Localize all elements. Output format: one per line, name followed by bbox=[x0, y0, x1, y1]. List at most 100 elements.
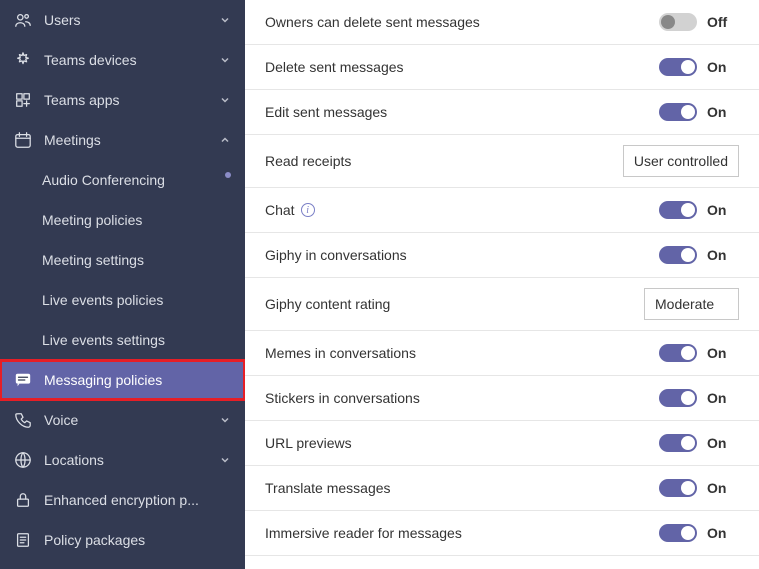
setting-row-giphy-content-rating: Giphy content rating Moderate bbox=[245, 278, 759, 331]
setting-control: On bbox=[659, 58, 739, 76]
setting-control: User controlled bbox=[623, 145, 739, 177]
sidebar-item-label: Live events settings bbox=[42, 332, 231, 348]
sidebar-item-label: Voice bbox=[44, 412, 219, 428]
sidebar-item-policy-packages[interactable]: Policy packages bbox=[0, 520, 245, 560]
setting-row-read-receipts: Read receipts User controlled bbox=[245, 135, 759, 188]
setting-control: Off bbox=[659, 13, 739, 31]
toggle-chat[interactable] bbox=[659, 201, 697, 219]
sidebar-item-messaging-policies[interactable]: Messaging policies bbox=[0, 360, 245, 400]
setting-control: On bbox=[659, 389, 739, 407]
setting-label: Memes in conversations bbox=[265, 345, 659, 361]
setting-label-text: Translate messages bbox=[265, 480, 391, 496]
users-icon bbox=[14, 11, 32, 29]
dropdown-value: User controlled bbox=[634, 153, 728, 169]
setting-label: URL previews bbox=[265, 435, 659, 451]
sidebar-item-meeting-settings[interactable]: Meeting settings bbox=[0, 240, 245, 280]
toggle-edit-sent-messages[interactable] bbox=[659, 103, 697, 121]
encryption-icon bbox=[14, 491, 32, 509]
sidebar-item-meetings[interactable]: Meetings bbox=[0, 120, 245, 160]
toggle-delete-sent-messages[interactable] bbox=[659, 58, 697, 76]
sidebar: Users Teams devices Teams apps Meetings Audi… bbox=[0, 0, 245, 569]
devices-icon bbox=[14, 51, 32, 69]
sidebar-item-live-events-settings[interactable]: Live events settings bbox=[0, 320, 245, 360]
setting-row-delete-sent-messages: Delete sent messages On bbox=[245, 45, 759, 90]
setting-row-stickers-in-conversations: Stickers in conversations On bbox=[245, 376, 759, 421]
sidebar-item-users[interactable]: Users bbox=[0, 0, 245, 40]
toggle-memes-in-conversations[interactable] bbox=[659, 344, 697, 362]
setting-row-edit-sent-messages: Edit sent messages On bbox=[245, 90, 759, 135]
setting-label: Edit sent messages bbox=[265, 104, 659, 120]
chevron-up-icon bbox=[219, 134, 231, 146]
setting-row-chat: ChatiOn bbox=[245, 188, 759, 233]
voice-icon bbox=[14, 411, 32, 429]
setting-label: Owners can delete sent messages bbox=[265, 14, 659, 30]
setting-row-send-urgent-messages-using-priority-notifications: Send urgent messages using priority noti… bbox=[245, 556, 759, 569]
sidebar-item-enhanced-encryption-p[interactable]: Enhanced encryption p... bbox=[0, 480, 245, 520]
setting-control: On bbox=[659, 344, 739, 362]
chevron-down-icon bbox=[219, 454, 231, 466]
info-icon[interactable]: i bbox=[301, 203, 315, 217]
setting-control: On bbox=[659, 479, 739, 497]
setting-control: On bbox=[659, 434, 739, 452]
toggle-state-label: On bbox=[707, 390, 735, 406]
sidebar-item-label: Policy packages bbox=[44, 532, 231, 548]
toggle-immersive-reader-for-messages[interactable] bbox=[659, 524, 697, 542]
setting-label-text: Delete sent messages bbox=[265, 59, 404, 75]
setting-label: Delete sent messages bbox=[265, 59, 659, 75]
sidebar-item-label: Teams devices bbox=[44, 52, 219, 68]
chevron-down-icon bbox=[219, 14, 231, 26]
toggle-state-label: On bbox=[707, 202, 735, 218]
setting-label-text: Memes in conversations bbox=[265, 345, 416, 361]
toggle-state-label: Off bbox=[707, 14, 735, 30]
setting-label-text: Giphy in conversations bbox=[265, 247, 407, 263]
setting-label: Giphy content rating bbox=[265, 296, 644, 312]
setting-row-url-previews: URL previews On bbox=[245, 421, 759, 466]
packages-icon bbox=[14, 531, 32, 549]
setting-row-owners-can-delete-sent-messages: Owners can delete sent messages Off bbox=[245, 0, 759, 45]
sidebar-item-audio-conferencing[interactable]: Audio Conferencing bbox=[0, 160, 245, 200]
sidebar-item-label: Meeting settings bbox=[42, 252, 231, 268]
setting-control: Moderate bbox=[644, 288, 739, 320]
setting-row-immersive-reader-for-messages: Immersive reader for messages On bbox=[245, 511, 759, 556]
sidebar-item-teams-devices[interactable]: Teams devices bbox=[0, 40, 245, 80]
toggle-url-previews[interactable] bbox=[659, 434, 697, 452]
sidebar-item-label: Meetings bbox=[44, 132, 219, 148]
dropdown-giphy-content-rating[interactable]: Moderate bbox=[644, 288, 739, 320]
setting-label-text: Immersive reader for messages bbox=[265, 525, 462, 541]
toggle-state-label: On bbox=[707, 247, 735, 263]
setting-control: On bbox=[659, 103, 739, 121]
toggle-state-label: On bbox=[707, 59, 735, 75]
setting-label-text: Read receipts bbox=[265, 153, 351, 169]
setting-control: On bbox=[659, 246, 739, 264]
sidebar-item-voice[interactable]: Voice bbox=[0, 400, 245, 440]
chevron-down-icon bbox=[219, 54, 231, 66]
toggle-state-label: On bbox=[707, 104, 735, 120]
toggle-owners-can-delete-sent-messages[interactable] bbox=[659, 13, 697, 31]
sidebar-item-label: Locations bbox=[44, 452, 219, 468]
setting-control: On bbox=[659, 201, 739, 219]
setting-label-text: Stickers in conversations bbox=[265, 390, 420, 406]
setting-label: Read receipts bbox=[265, 153, 623, 169]
dropdown-read-receipts[interactable]: User controlled bbox=[623, 145, 739, 177]
chevron-down-icon bbox=[219, 94, 231, 106]
sidebar-item-label: Enhanced encryption p... bbox=[44, 492, 231, 508]
sidebar-item-locations[interactable]: Locations bbox=[0, 440, 245, 480]
sidebar-item-label: Messaging policies bbox=[44, 372, 231, 388]
setting-row-translate-messages: Translate messages On bbox=[245, 466, 759, 511]
toggle-stickers-in-conversations[interactable] bbox=[659, 389, 697, 407]
apps-icon bbox=[14, 91, 32, 109]
sidebar-item-teams-apps[interactable]: Teams apps bbox=[0, 80, 245, 120]
toggle-giphy-in-conversations[interactable] bbox=[659, 246, 697, 264]
sidebar-item-label: Users bbox=[44, 12, 219, 28]
toggle-state-label: On bbox=[707, 345, 735, 361]
sidebar-item-label: Live events policies bbox=[42, 292, 231, 308]
setting-control: On bbox=[659, 524, 739, 542]
dropdown-value: Moderate bbox=[655, 296, 714, 312]
toggle-state-label: On bbox=[707, 525, 735, 541]
sidebar-item-meeting-policies[interactable]: Meeting policies bbox=[0, 200, 245, 240]
setting-label-text: URL previews bbox=[265, 435, 352, 451]
meetings-icon bbox=[14, 131, 32, 149]
sidebar-item-live-events-policies[interactable]: Live events policies bbox=[0, 280, 245, 320]
toggle-translate-messages[interactable] bbox=[659, 479, 697, 497]
messaging-icon bbox=[14, 371, 32, 389]
